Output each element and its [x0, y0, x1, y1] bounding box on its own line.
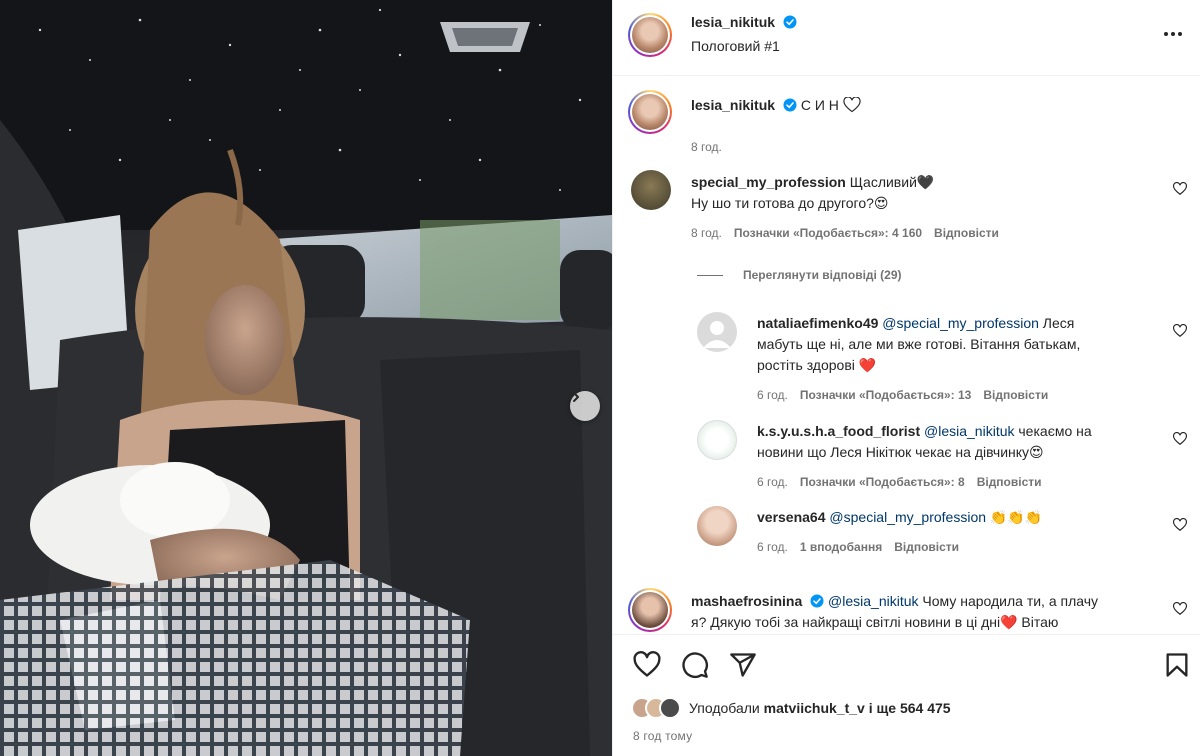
like-comment-heart-icon[interactable] — [1173, 518, 1187, 532]
comment-time: 6 год. — [757, 475, 788, 489]
comment-mention[interactable]: @lesia_nikituk — [828, 593, 918, 609]
caption-time: 8 год. — [691, 140, 722, 154]
heart-icon[interactable] — [633, 651, 661, 679]
comment-mention[interactable]: @special_my_profession — [829, 509, 986, 525]
author-username[interactable]: lesia_nikituk — [691, 14, 775, 30]
post-header: lesia_nikituk Пологовий #1 — [613, 0, 1200, 76]
comment-icon[interactable] — [681, 651, 709, 679]
caption-avatar[interactable] — [628, 90, 672, 134]
comment-item: special_my_profession Щасливий🖤 Ну шо ти… — [613, 170, 1200, 290]
post-time: 8 год тому — [633, 729, 693, 743]
default-avatar-icon — [703, 321, 731, 348]
comment-mention[interactable]: @lesia_nikituk — [924, 423, 1014, 439]
comment-text-line2: мабуть ще ні, але ми вже готові. Вітання… — [757, 336, 1081, 352]
commenter-avatar[interactable] — [697, 312, 737, 352]
comment-time: 6 год. — [757, 388, 788, 402]
likes-user[interactable]: matviichuk_t_v — [764, 700, 865, 716]
comment-likes-count[interactable]: Позначки «Подобається»: 4 160 — [734, 226, 922, 240]
likes-count[interactable]: і ще 564 475 — [869, 700, 951, 716]
comment-text-line3: ростіть здорові ❤️ — [757, 357, 877, 373]
reply-button[interactable]: Відповісти — [894, 540, 959, 554]
post-actions: Уподобали matviichuk_t_v і ще 564 475 8 … — [613, 634, 1200, 756]
more-options-button[interactable] — [1161, 22, 1185, 46]
commenter-avatar[interactable] — [628, 588, 672, 632]
comment-username[interactable]: special_my_profession — [691, 174, 846, 190]
like-comment-heart-icon[interactable] — [1173, 324, 1187, 338]
like-comment-heart-icon[interactable] — [1173, 432, 1187, 446]
comment-username[interactable]: versena64 — [757, 509, 826, 525]
caption-text: С И Н — [800, 97, 839, 113]
post-location[interactable]: Пологовий #1 — [691, 38, 780, 54]
comment-username[interactable]: nataliaefimenko49 — [757, 315, 878, 331]
commenter-avatar[interactable] — [631, 170, 671, 210]
comment-text-line2: я? Дякую тобі за найкращі світлі новини … — [691, 614, 1059, 630]
comments-list[interactable]: lesia_nikituk С И Н 8 год. special_my_pr… — [613, 76, 1200, 634]
comment-text: Леся — [1042, 315, 1075, 331]
post-image — [0, 0, 612, 756]
comment-text: Щасливий🖤 — [849, 174, 935, 190]
bookmark-icon[interactable] — [1163, 651, 1191, 679]
post-photo[interactable] — [0, 0, 612, 756]
caption: lesia_nikituk С И Н 8 год. — [613, 90, 1200, 154]
comment-username[interactable]: k.s.y.u.s.h.a_food_florist — [757, 423, 920, 439]
comment-text-line2: новини що Леся Нікітюк чекає на дівчинку… — [757, 444, 1044, 460]
author-avatar[interactable] — [628, 13, 672, 57]
reply-item: k.s.y.u.s.h.a_food_florist @lesia_nikitu… — [613, 420, 1200, 492]
like-comment-heart-icon[interactable] — [1173, 182, 1187, 196]
next-photo-button[interactable] — [570, 391, 600, 421]
reply-button[interactable]: Відповісти — [977, 475, 1042, 489]
send-icon[interactable] — [729, 651, 757, 679]
comment-likes-count[interactable]: Позначки «Подобається»: 8 — [800, 475, 965, 489]
comment-item: mashaefrosinina @lesia_nikituk Чому наро… — [613, 588, 1200, 634]
comment-text: Чому народила ти, а плачу — [922, 593, 1099, 609]
reply-item: versena64 @special_my_profession 👏👏👏 6 г… — [613, 506, 1200, 562]
verified-badge-icon — [783, 98, 797, 112]
comment-mention[interactable]: @special_my_profession — [882, 315, 1039, 331]
likes-summary[interactable]: Уподобали matviichuk_t_v і ще 564 475 — [631, 697, 951, 719]
verified-badge-icon — [810, 594, 824, 608]
liker-avatar — [659, 697, 681, 719]
view-replies-label: Переглянути відповіді (29) — [743, 268, 902, 282]
likes-prefix: Уподобали — [689, 700, 760, 716]
comment-text: чекаємо на — [1018, 423, 1092, 439]
reply-item: nataliaefimenko49 @special_my_profession… — [613, 312, 1200, 408]
verified-badge-icon — [783, 15, 797, 29]
commenter-avatar[interactable] — [697, 420, 737, 460]
comment-time: 8 год. — [691, 226, 722, 240]
reply-button[interactable]: Відповісти — [983, 388, 1048, 402]
comment-username[interactable]: mashaefrosinina — [691, 593, 802, 609]
commenter-avatar[interactable] — [697, 506, 737, 546]
comment-text: 👏👏👏 — [989, 509, 1043, 525]
post-panel: lesia_nikituk Пологовий #1 lesia_nikituk — [612, 0, 1200, 756]
caption-username[interactable]: lesia_nikituk — [691, 97, 775, 113]
comment-likes-count[interactable]: 1 вподобання — [800, 540, 882, 554]
reply-button[interactable]: Відповісти — [934, 226, 999, 240]
like-comment-heart-icon[interactable] — [1173, 602, 1187, 616]
comment-time: 6 год. — [757, 540, 788, 554]
more-icon — [1164, 32, 1168, 36]
comment-likes-count[interactable]: Позначки «Подобається»: 13 — [800, 388, 971, 402]
chevron-right-icon — [573, 392, 579, 402]
view-replies-button[interactable]: Переглянути відповіді (29) — [697, 268, 902, 282]
heart-outline-emoji-icon — [843, 96, 861, 113]
comment-text-line2: Ну шо ти готова до другого?😍 — [691, 195, 889, 211]
